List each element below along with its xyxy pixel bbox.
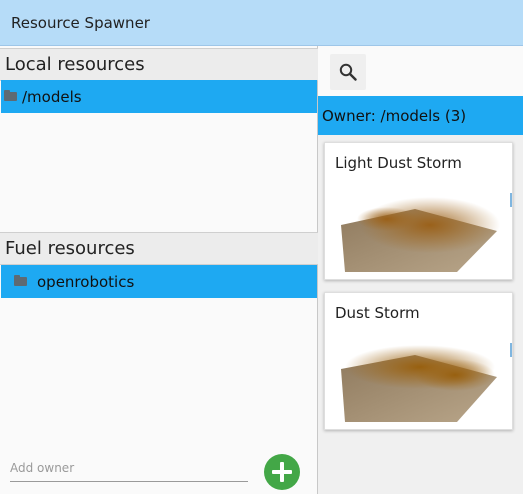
fuel-resources-header: Fuel resources [0,232,318,265]
fuel-item-label: openrobotics [37,272,135,291]
search-button[interactable] [330,54,366,90]
resource-card-title: Light Dust Storm [335,154,462,172]
window-title: Resource Spawner [11,13,150,32]
resource-card-dust-storm[interactable]: Dust Storm [324,292,513,430]
resource-card-light-dust-storm[interactable]: Light Dust Storm [324,142,513,280]
folder-icon [14,275,27,286]
resource-tree-panel: Local resources /models Fuel resources o… [0,46,318,494]
add-owner-input[interactable] [10,454,248,482]
local-item-label: /models [22,87,82,106]
search-icon [339,63,357,81]
resource-thumbnail [335,179,500,272]
local-item-models[interactable]: /models [1,80,317,113]
fuel-item-openrobotics[interactable]: openrobotics [1,265,317,298]
thumbnail-marker [510,193,512,207]
local-resources-header: Local resources [0,48,318,81]
folder-icon [4,90,17,101]
resource-card-title: Dust Storm [335,304,420,322]
fuel-resources-title: Fuel resources [5,238,135,259]
resource-grid-panel: Owner: /models (3) Light Dust Storm Dust… [318,46,523,494]
window-titlebar: Resource Spawner [0,0,523,46]
owner-header: Owner: /models (3) [318,96,523,135]
search-bar [318,46,523,96]
owner-label: Owner: /models (3) [322,106,467,125]
resource-thumbnail [335,329,500,422]
thumbnail-marker [510,343,512,357]
local-resources-title: Local resources [5,54,145,75]
add-owner-button[interactable] [264,454,300,490]
